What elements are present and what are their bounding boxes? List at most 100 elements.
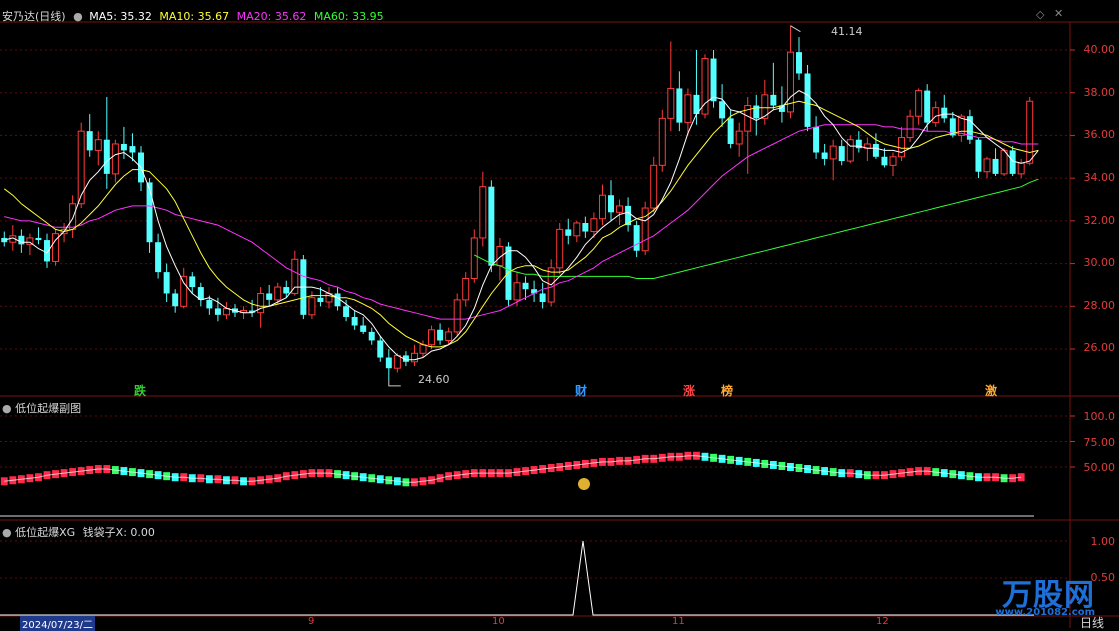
candle-body — [719, 101, 726, 119]
ytick-32: 32.00 — [1083, 214, 1116, 227]
candle-body — [343, 306, 350, 317]
sub1-title: 低位起爆副图 — [15, 402, 82, 415]
candle-body — [69, 203, 77, 230]
candle-body — [445, 331, 453, 341]
signal-ji: 激 — [985, 384, 998, 398]
chart-canvas[interactable] — [0, 0, 1119, 628]
ma5-line — [4, 90, 1039, 361]
month-11: 11 — [672, 616, 685, 627]
candle-body — [735, 130, 743, 145]
candle-body — [513, 282, 521, 301]
candle-body — [274, 286, 282, 301]
candle-body — [522, 282, 529, 290]
candle-body — [393, 354, 401, 369]
candle-body — [180, 275, 188, 307]
signal-cai: 财 — [575, 384, 588, 398]
candle-body — [1000, 149, 1008, 175]
candle-body — [598, 194, 606, 220]
candle-body — [505, 246, 512, 300]
month-12: 12 — [876, 616, 889, 627]
candle-body — [317, 297, 324, 303]
candle-body — [120, 143, 127, 151]
candle-body — [710, 58, 717, 102]
candle-body — [189, 276, 196, 288]
candle-body — [658, 117, 666, 166]
sub1-ytick-100: 100.0 — [1083, 410, 1116, 423]
ytick-40: 40.00 — [1083, 43, 1116, 56]
ma20-line — [4, 124, 1039, 320]
candle-body — [1026, 100, 1034, 164]
low-marker: 24.60 — [418, 373, 450, 386]
watermark-logo: 万股网 www.201082.com — [995, 570, 1095, 618]
sub2-header: ● 低位起爆XG 钱袋子X: 0.00 — [2, 524, 155, 540]
candle-body — [44, 240, 50, 262]
candle-body — [308, 297, 316, 316]
candle-body — [796, 52, 802, 74]
high-marker: 41.14 — [831, 25, 863, 38]
candle-body — [94, 139, 102, 151]
candle-body — [932, 107, 940, 124]
ytick-38: 38.00 — [1083, 86, 1116, 99]
candle-body — [18, 235, 25, 245]
sub2-title: 低位起爆XG — [15, 526, 76, 539]
candle-body — [419, 344, 427, 354]
candle-body — [155, 242, 162, 273]
ytick-36: 36.00 — [1083, 128, 1116, 141]
candle-body — [633, 225, 640, 251]
month-9: 9 — [308, 616, 315, 627]
candle-body — [385, 357, 392, 369]
candle-body — [770, 94, 777, 106]
candle-body — [214, 308, 221, 315]
candle-body — [488, 186, 495, 266]
ytick-34: 34.00 — [1083, 171, 1116, 184]
sub1-collapse-icon[interactable]: ● — [2, 402, 12, 415]
candle-body — [590, 218, 598, 233]
candle-body — [360, 325, 367, 332]
ytick-28: 28.00 — [1083, 299, 1116, 312]
candle-body — [573, 222, 581, 237]
candle-body — [111, 143, 119, 175]
candle-body — [983, 158, 991, 173]
candle-body — [172, 293, 179, 307]
candle-body — [410, 352, 418, 363]
candle-body — [684, 94, 692, 124]
candle-body — [676, 88, 683, 123]
candle-body — [479, 186, 487, 239]
high-marker-line — [790, 25, 801, 33]
sub2-collapse-icon[interactable]: ● — [2, 526, 12, 539]
sub1-ytick-50: 50.00 — [1083, 461, 1116, 474]
candle-body — [906, 115, 914, 139]
candle-body — [915, 90, 923, 117]
ytick-26: 26.00 — [1083, 341, 1116, 354]
candle-body — [872, 143, 879, 157]
candle-body — [582, 222, 589, 232]
candle-body — [77, 130, 85, 205]
timeline-bar: 2024/07/23/二 9 10 11 12 — [0, 616, 1070, 631]
candle-body — [667, 87, 675, 119]
candle-body — [616, 205, 624, 213]
sub1-ytick-75: 75.00 — [1083, 436, 1116, 449]
low-marker-line — [388, 378, 401, 387]
candle-body — [539, 293, 546, 303]
candle-body — [470, 237, 478, 280]
candle-body — [462, 278, 470, 301]
candle-body — [941, 107, 948, 119]
signal-bang: 榜 — [721, 384, 734, 398]
candle-body — [881, 156, 888, 166]
candle-body — [453, 299, 461, 333]
sub2-ytick-1: 1.00 — [1090, 535, 1116, 548]
candle-body — [565, 229, 572, 236]
candle-body — [804, 73, 811, 127]
candle-body — [291, 258, 299, 294]
candle-body — [206, 299, 213, 309]
watermark-url: www.201082.com — [995, 607, 1095, 618]
candle-body — [992, 158, 999, 174]
candle-body — [813, 126, 820, 153]
candle-body — [351, 316, 358, 326]
candle-body — [846, 139, 854, 162]
signal-die: 跌 — [134, 384, 147, 398]
money-bag-icon — [578, 478, 590, 490]
candle-body — [129, 146, 136, 153]
candle-body — [889, 156, 897, 166]
timeline-date: 2024/07/23/二 — [20, 616, 96, 631]
